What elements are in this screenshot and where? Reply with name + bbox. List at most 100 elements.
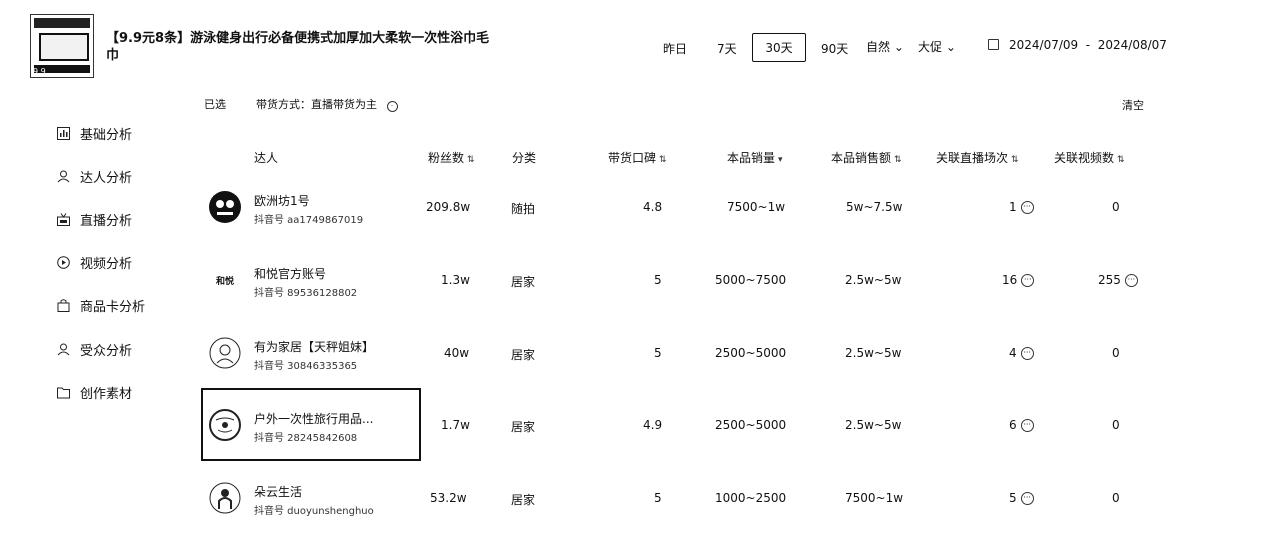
revenue: 5w~7.5w <box>846 200 903 214</box>
chevron-down-icon: ⌄ <box>890 40 904 54</box>
sales: 7500~1w <box>727 200 786 214</box>
sort-icon[interactable]: ⇅ <box>1011 155 1019 165</box>
rating: 4.8 <box>643 200 663 214</box>
table-row[interactable]: 欧洲坊1号 抖音号 aa1749867019 209.8w 随拍 4.8 750… <box>0 188 1280 228</box>
rating: 5 <box>654 273 662 287</box>
avatar[interactable] <box>208 481 242 515</box>
product-title: 【9.9元8条】游泳健身出行必备便携式加厚加大柔软一次性浴巾毛巾 <box>106 31 490 63</box>
creator-name[interactable]: 欧洲坊1号 <box>254 192 310 209</box>
folder-icon <box>56 386 70 400</box>
thumbnail-price-tag: 9.9 <box>33 67 46 76</box>
video-count: 0 <box>1112 491 1120 505</box>
live-count-value: 4 <box>1009 346 1017 360</box>
column-header-fans[interactable]: 粉丝数 ⇅ <box>428 149 475 166</box>
sidebar-item-label: 基础分析 <box>80 128 133 143</box>
column-header-label: 带货口碑 <box>608 151 657 165</box>
creator-name[interactable]: 有为家居【天秤姐妹】 <box>254 338 374 355</box>
table-row[interactable]: 有为家居【天秤姐妹】 抖音号 30846335365 40w 居家 5 2500… <box>0 334 1280 374</box>
video-count: 0 <box>1112 200 1120 214</box>
avatar-logo-text: 和悦 <box>215 276 234 287</box>
more-icon[interactable]: ··· <box>1021 274 1035 287</box>
creator-name[interactable]: 朵云生活 <box>254 483 302 500</box>
fans-count: 1.3w <box>441 273 470 287</box>
table-row[interactable]: 户外一次性旅行用品... 抖音号 28245842608 1.7w 居家 4.9… <box>0 406 1280 446</box>
rating: 4.9 <box>643 418 663 432</box>
column-header-sales[interactable]: 本品销量 ▾ <box>727 149 783 166</box>
revenue: 2.5w~5w <box>845 346 902 360</box>
close-icon[interactable]: · <box>386 101 398 112</box>
dropdown-natural[interactable]: 自然 ⌄ <box>866 38 904 55</box>
video-count: 0 <box>1112 346 1120 360</box>
date-range-picker[interactable]: 2024/07/09 - 2024/08/07 <box>988 38 1167 52</box>
sidebar-item-label: 达人分析 <box>80 171 133 186</box>
revenue: 7500~1w <box>845 491 904 505</box>
live-count-value: 5 <box>1009 491 1017 505</box>
creator-account: 抖音号 89536128802 <box>254 288 358 299</box>
sort-icon[interactable]: ⇅ <box>467 155 475 165</box>
fans-count: 40w <box>444 346 470 360</box>
sort-icon[interactable]: ⇅ <box>894 155 902 165</box>
column-header-rating[interactable]: 带货口碑 ⇅ <box>608 149 667 166</box>
more-icon[interactable]: ··· <box>1020 347 1034 360</box>
creator-account: 抖音号 duoyunshenghuo <box>254 506 374 517</box>
column-header-video[interactable]: 关联视频数 ⇅ <box>1054 149 1125 166</box>
bar-chart-icon <box>56 127 70 141</box>
rating: 5 <box>654 491 662 505</box>
live-count[interactable]: 6 ··· <box>1009 418 1034 432</box>
more-icon[interactable]: ··· <box>1124 274 1138 287</box>
video-count: 0 <box>1112 418 1120 432</box>
column-header-revenue[interactable]: 本品销售额 ⇅ <box>831 149 902 166</box>
table-row[interactable]: 和悦 和悦官方账号 抖音号 89536128802 1.3w 居家 5 5000… <box>0 261 1280 301</box>
live-count[interactable]: 5 ··· <box>1009 491 1034 505</box>
column-header-label: 本品销售额 <box>831 151 892 165</box>
range-7d[interactable]: 7天 <box>706 34 748 63</box>
avatar[interactable] <box>208 408 242 442</box>
column-header-creator: 达人 <box>254 151 279 165</box>
live-count[interactable]: 1 ··· <box>1009 200 1034 214</box>
clear-button[interactable]: 清空 <box>1122 97 1144 113</box>
creator-account: 抖音号 28245842608 <box>254 433 358 444</box>
sidebar-item-basic[interactable]: 基础分析 <box>56 124 132 143</box>
more-icon[interactable]: ··· <box>1020 419 1034 432</box>
live-count[interactable]: 16 ··· <box>1002 273 1035 287</box>
more-icon[interactable]: ··· <box>1020 201 1034 214</box>
revenue: 2.5w~5w <box>845 273 902 287</box>
creator-name[interactable]: 和悦官方账号 <box>254 265 326 282</box>
fans-count: 209.8w <box>426 200 471 214</box>
range-90d[interactable]: 90天 <box>810 34 859 63</box>
selected-label: 已选 <box>204 98 226 111</box>
live-count[interactable]: 4 ··· <box>1009 346 1034 360</box>
date-range-text: 2024/07/09 - 2024/08/07 <box>1009 38 1167 52</box>
avatar[interactable]: 和悦 <box>208 263 242 297</box>
more-icon[interactable]: ··· <box>1020 492 1034 505</box>
column-header-category: 分类 <box>512 151 537 165</box>
range-yesterday[interactable]: 昨日 <box>652 34 698 63</box>
dropdown-natural-label: 自然 <box>866 40 891 54</box>
sort-icon[interactable]: ⇅ <box>1117 155 1125 165</box>
column-header-live[interactable]: 关联直播场次 ⇅ <box>936 149 1019 166</box>
category: 居家 <box>511 348 536 362</box>
fans-count: 53.2w <box>430 491 467 505</box>
sort-desc-icon[interactable]: ▾ <box>778 155 783 165</box>
product-thumbnail: 9.9 <box>30 14 94 78</box>
sidebar-item-creator[interactable]: 达人分析 <box>56 167 132 186</box>
sort-icon[interactable]: ⇅ <box>659 155 667 165</box>
video-count[interactable]: 255 ··· <box>1098 273 1138 287</box>
column-header-label: 关联直播场次 <box>936 151 1009 165</box>
creator-name[interactable]: 户外一次性旅行用品... <box>254 410 373 427</box>
rating: 5 <box>654 346 662 360</box>
filter-chip[interactable]: 带货方式：直播带货为主 · <box>256 96 398 112</box>
avatar[interactable] <box>208 190 242 224</box>
column-header-label: 关联视频数 <box>1054 151 1115 165</box>
category: 随拍 <box>511 202 536 216</box>
video-count-value: 255 <box>1098 273 1121 287</box>
calendar-icon <box>988 39 999 50</box>
range-30d[interactable]: 30天 <box>752 33 806 62</box>
avatar[interactable] <box>208 336 242 370</box>
creator-account: 抖音号 aa1749867019 <box>254 215 364 226</box>
sales: 2500~5000 <box>715 346 787 360</box>
fans-count: 1.7w <box>441 418 470 432</box>
table-row[interactable]: 朵云生活 抖音号 duoyunshenghuo 53.2w 居家 5 1000~… <box>0 479 1280 519</box>
sidebar-item-materials[interactable]: 创作素材 <box>56 383 132 402</box>
dropdown-promo[interactable]: 大促 ⌄ <box>918 38 956 55</box>
